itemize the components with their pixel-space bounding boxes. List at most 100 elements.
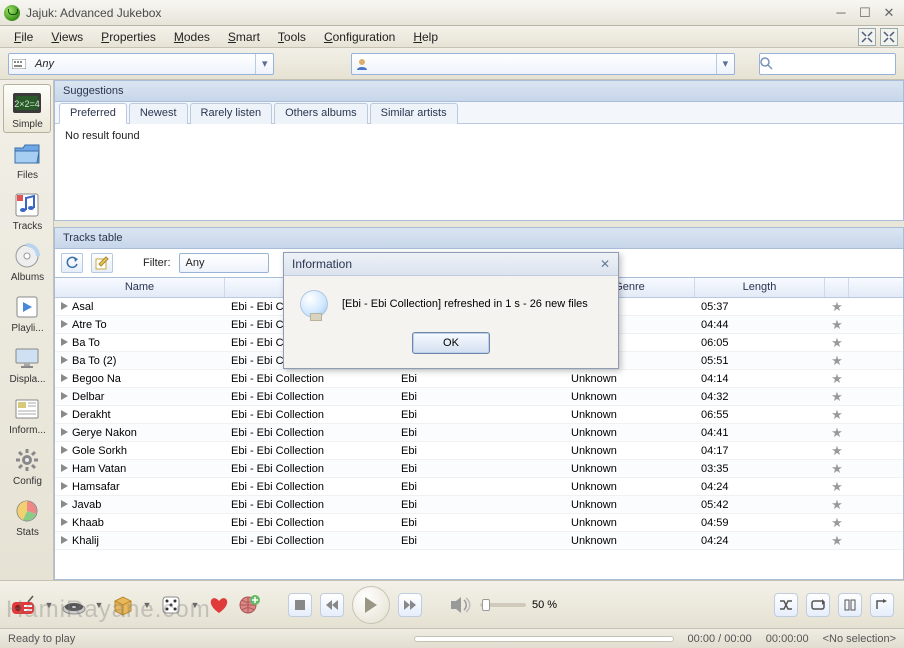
play-icon <box>61 356 68 364</box>
lightbulb-icon <box>300 290 328 318</box>
sidebar-item-simple[interactable]: 2×2=4 Simple <box>3 84 51 133</box>
search-input[interactable] <box>780 55 888 73</box>
sidebar-item-stats[interactable]: Stats <box>3 492 51 541</box>
table-row[interactable]: Gerye NakonEbi - Ebi CollectionEbiUnknow… <box>55 424 903 442</box>
heart-icon[interactable] <box>208 595 230 615</box>
star-icon[interactable]: ★ <box>831 533 843 548</box>
tab-newest[interactable]: Newest <box>129 103 188 124</box>
tab-others-albums[interactable]: Others albums <box>274 103 368 124</box>
star-icon[interactable]: ★ <box>831 353 843 368</box>
tab-rarely-listen[interactable]: Rarely listen <box>190 103 273 124</box>
volume-slider[interactable] <box>480 603 526 607</box>
tracks-header: Tracks table <box>54 227 904 248</box>
filter-label: Filter: <box>143 257 171 269</box>
status-ready: Ready to play <box>8 633 75 645</box>
dice-dropdown[interactable]: ▼ <box>190 600 200 610</box>
keyboard-icon <box>9 59 29 69</box>
crossfade-button[interactable] <box>774 593 798 617</box>
table-row[interactable]: Gole SorkhEbi - Ebi CollectionEbiUnknown… <box>55 442 903 460</box>
shuffle-button[interactable] <box>838 593 862 617</box>
radio-dropdown[interactable]: ▼ <box>44 600 54 610</box>
play-icon <box>61 536 68 544</box>
star-icon[interactable]: ★ <box>831 425 843 440</box>
continue-button[interactable] <box>870 593 894 617</box>
sidebar-item-config[interactable]: Config <box>3 441 51 490</box>
table-row[interactable]: HamsafarEbi - Ebi CollectionEbiUnknown04… <box>55 478 903 496</box>
sidebar-item-playlists[interactable]: Playli... <box>3 288 51 337</box>
turntable-dropdown[interactable]: ▼ <box>94 600 104 610</box>
table-row[interactable]: DelbarEbi - Ebi CollectionEbiUnknown04:3… <box>55 388 903 406</box>
star-icon[interactable]: ★ <box>831 497 843 512</box>
suggestions-panel: Preferred Newest Rarely listen Others al… <box>54 101 904 221</box>
menu-tools[interactable]: Tools <box>270 27 314 47</box>
star-icon[interactable]: ★ <box>831 461 843 476</box>
menu-configuration[interactable]: Configuration <box>316 27 403 47</box>
sidebar-item-display[interactable]: Displa... <box>3 339 51 388</box>
star-icon[interactable]: ★ <box>831 389 843 404</box>
star-icon[interactable]: ★ <box>831 335 843 350</box>
genre-combo[interactable]: Any ▾ <box>8 53 274 75</box>
expand-all-icon[interactable] <box>880 28 898 46</box>
table-row[interactable]: Ham VatanEbi - Ebi CollectionEbiUnknown0… <box>55 460 903 478</box>
sidebar-label: Simple <box>4 119 52 130</box>
ok-button[interactable]: OK <box>412 332 490 354</box>
tab-preferred[interactable]: Preferred <box>59 103 127 124</box>
play-button[interactable] <box>352 586 390 624</box>
status-total: 00:00:00 <box>766 633 809 645</box>
table-row[interactable]: JavabEbi - Ebi CollectionEbiUnknown05:42… <box>55 496 903 514</box>
radio-icon[interactable] <box>10 594 36 616</box>
star-icon[interactable]: ★ <box>831 443 843 458</box>
star-icon[interactable]: ★ <box>831 317 843 332</box>
table-row[interactable]: KhaabEbi - Ebi CollectionEbiUnknown04:59… <box>55 514 903 532</box>
menu-file[interactable]: File <box>6 27 41 47</box>
col-name[interactable]: Name <box>55 278 225 297</box>
filter-combo-text: Any <box>180 257 211 269</box>
globe-plus-icon[interactable] <box>238 594 260 616</box>
cd-icon <box>11 242 43 270</box>
dialog-titlebar[interactable]: Information ✕ <box>284 253 618 276</box>
sidebar-label: Playli... <box>4 323 52 334</box>
refresh-button[interactable] <box>61 253 83 273</box>
next-button[interactable] <box>398 593 422 617</box>
sidebar-item-albums[interactable]: Albums <box>3 237 51 286</box>
star-icon[interactable]: ★ <box>831 371 843 386</box>
table-row[interactable]: KhalijEbi - Ebi CollectionEbiUnknown04:2… <box>55 532 903 550</box>
box-dropdown[interactable]: ▼ <box>142 600 152 610</box>
star-icon[interactable]: ★ <box>831 479 843 494</box>
menu-properties[interactable]: Properties <box>93 27 164 47</box>
menu-views[interactable]: Views <box>43 27 91 47</box>
dialog-close-icon[interactable]: ✕ <box>600 257 610 271</box>
stop-button[interactable] <box>288 593 312 617</box>
artist-combo[interactable]: ▾ <box>351 53 735 75</box>
sidebar-item-information[interactable]: Inform... <box>3 390 51 439</box>
close-button[interactable]: ✕ <box>878 4 900 22</box>
star-icon[interactable]: ★ <box>831 515 843 530</box>
minimize-button[interactable]: ─ <box>830 4 852 22</box>
maximize-button[interactable]: ☐ <box>854 4 876 22</box>
sidebar-item-tracks[interactable]: Tracks <box>3 186 51 235</box>
speaker-icon[interactable] <box>450 596 472 614</box>
filter-combo[interactable]: Any <box>179 253 269 273</box>
search-box[interactable] <box>759 53 896 75</box>
table-row[interactable]: Begoo NaEbi - Ebi CollectionEbiUnknown04… <box>55 370 903 388</box>
collapse-all-icon[interactable] <box>858 28 876 46</box>
tab-similar-artists[interactable]: Similar artists <box>370 103 458 124</box>
sidebar-item-files[interactable]: Files <box>3 135 51 184</box>
dice-icon[interactable] <box>160 594 182 616</box>
turntable-icon[interactable] <box>62 595 86 615</box>
repeat-button[interactable] <box>806 593 830 617</box>
menu-modes[interactable]: Modes <box>166 27 218 47</box>
progress-bar[interactable] <box>414 636 674 642</box>
col-rate[interactable] <box>825 278 849 297</box>
menu-smart[interactable]: Smart <box>220 27 268 47</box>
star-icon[interactable]: ★ <box>831 299 843 314</box>
col-length[interactable]: Length <box>695 278 825 297</box>
edit-button[interactable] <box>91 253 113 273</box>
box-icon[interactable] <box>112 594 134 616</box>
play-icon <box>61 446 68 454</box>
menu-help[interactable]: Help <box>405 27 446 47</box>
star-icon[interactable]: ★ <box>831 407 843 422</box>
search-icon <box>760 57 780 70</box>
table-row[interactable]: DerakhtEbi - Ebi CollectionEbiUnknown06:… <box>55 406 903 424</box>
prev-button[interactable] <box>320 593 344 617</box>
